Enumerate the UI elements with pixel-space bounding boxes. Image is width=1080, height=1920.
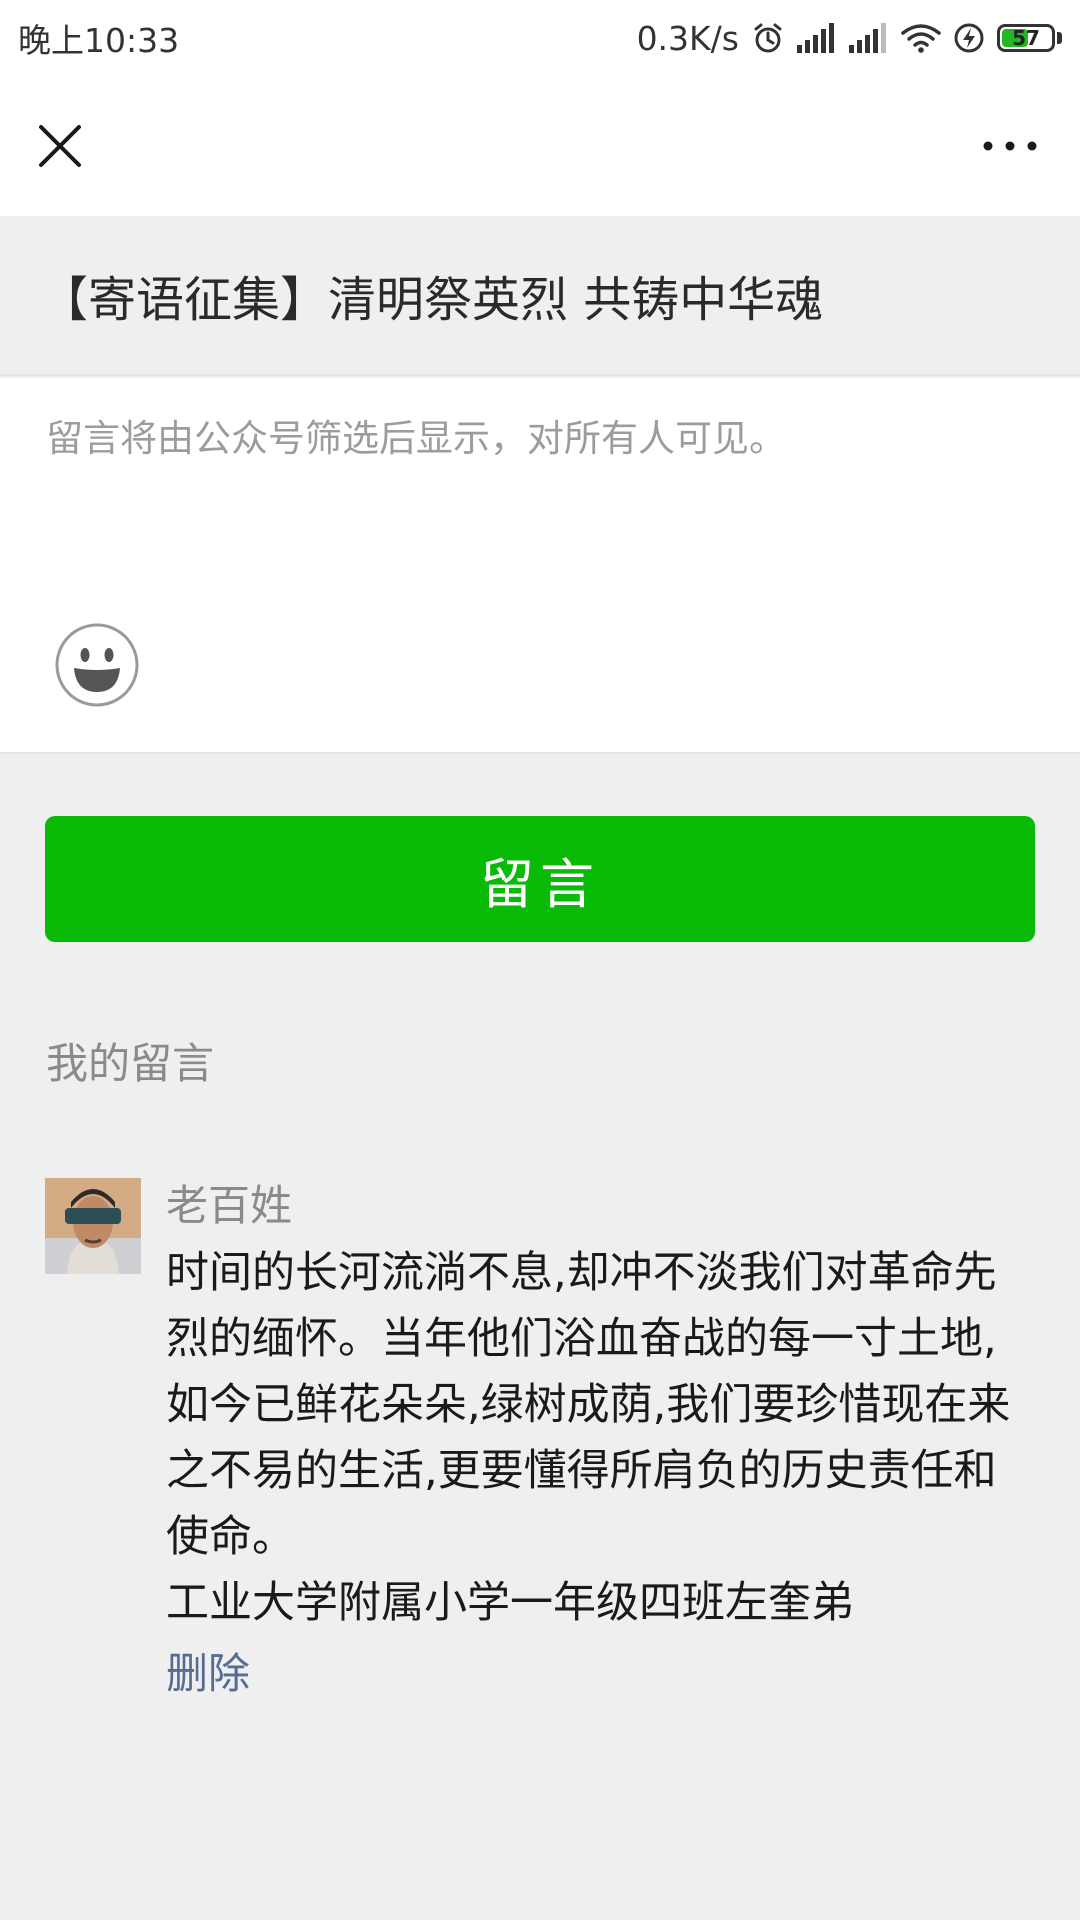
signal-icon-2 xyxy=(849,23,889,53)
comment-text: 时间的长河流淌不息,却冲不淡我们对革命先烈的缅怀。当年他们浴血奋战的每一寸土地,… xyxy=(166,1248,1011,1562)
battery-level: 57 xyxy=(1012,26,1040,50)
status-time: 晚上10:33 xyxy=(18,21,180,60)
comment-input-area xyxy=(0,378,1080,754)
status-icons: 0.3K/s 57 xyxy=(637,19,1062,58)
commenter-name: 老百姓 xyxy=(166,1181,293,1230)
alarm-icon xyxy=(751,21,785,55)
battery-icon: 57 xyxy=(997,24,1062,52)
status-bar: 晚上10:33 0.3K/s 57 xyxy=(0,0,1080,76)
submit-comment-button[interactable]: 留言 xyxy=(45,816,1035,942)
nav-bar xyxy=(0,76,1080,216)
emoji-icon[interactable] xyxy=(54,622,140,708)
net-speed: 0.3K/s xyxy=(636,18,739,58)
signal-icon xyxy=(797,23,837,53)
article-title-area: 【寄语征集】清明祭英烈 共铸中华魂 xyxy=(0,216,1080,376)
comment-input[interactable] xyxy=(46,408,1036,608)
close-icon[interactable] xyxy=(30,116,90,176)
more-icon[interactable] xyxy=(970,116,1050,176)
comment-body: 时间的长河流淌不息,却冲不淡我们对革命先烈的缅怀。当年他们浴血奋战的每一寸土地,… xyxy=(166,1240,1032,1636)
my-comments-title: 我的留言 xyxy=(46,1039,215,1088)
article-title: 【寄语征集】清明祭英烈 共铸中华魂 xyxy=(40,272,824,328)
delete-comment-link[interactable]: 删除 xyxy=(166,1640,250,1701)
wifi-icon xyxy=(901,23,941,53)
comment-signature: 工业大学附属小学一年级四班左奎弟 xyxy=(166,1578,854,1628)
charging-icon xyxy=(953,22,985,54)
avatar xyxy=(45,1178,141,1274)
